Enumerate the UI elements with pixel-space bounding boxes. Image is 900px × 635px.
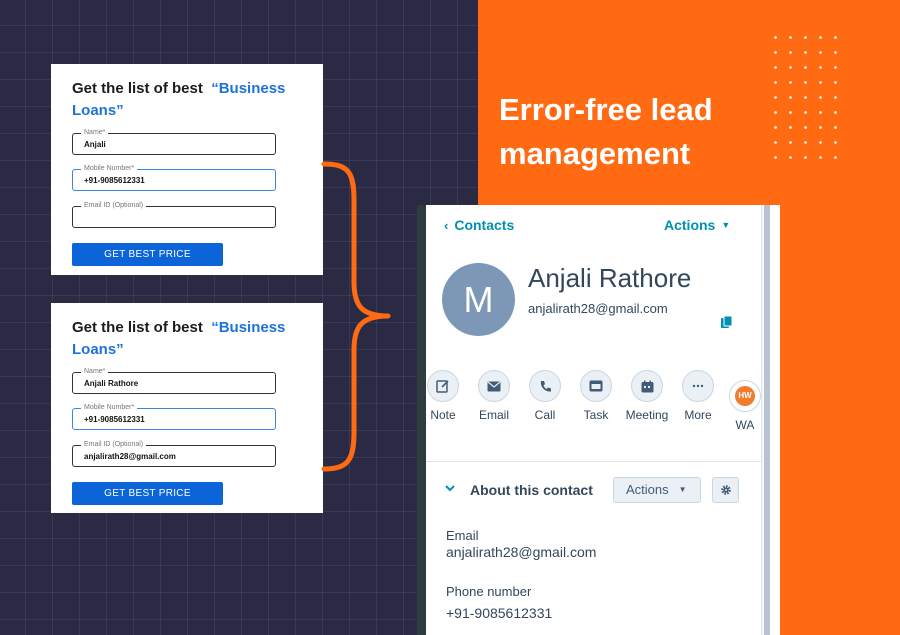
mobile-value: +91-9085612331 — [84, 176, 145, 185]
form-title: Get the list of best “Business Loans” — [72, 78, 303, 122]
chevron-left-icon: ‹ — [444, 218, 449, 233]
about-title: About this contact — [470, 482, 593, 498]
email-property-value[interactable]: anjalirath28@gmail.com — [446, 544, 596, 560]
lead-form-initial: Get the list of best “Business Loans” Na… — [51, 64, 323, 275]
email-icon — [478, 370, 510, 402]
about-actions-label: Actions — [626, 482, 669, 497]
task-label: Task — [583, 408, 609, 422]
whatsapp-badge: HW — [735, 386, 755, 406]
note-action[interactable]: Note — [418, 370, 468, 422]
about-actions-button[interactable]: Actions ▼ — [613, 477, 701, 503]
crm-header: ‹ Contacts Actions ▼ — [426, 217, 761, 237]
contact-email: anjalirath28@gmail.com — [528, 301, 668, 316]
caret-down-icon: ▼ — [678, 485, 687, 494]
call-label: Call — [534, 408, 556, 422]
email-label: Email ID (Optional) — [81, 201, 147, 211]
avatar: M — [442, 263, 515, 336]
divider — [426, 461, 761, 462]
email-action[interactable]: Email — [469, 370, 519, 422]
call-icon — [529, 370, 561, 402]
email-field[interactable]: Email ID (Optional) anjalirath28@gmail.c… — [72, 440, 276, 467]
email-value: anjalirath28@gmail.com — [84, 452, 176, 461]
activity-action-bar: Note Email Call Task Meeting More HW WA — [426, 370, 761, 440]
mobile-number-field[interactable]: Mobile Number* +91-9085612331 — [72, 164, 276, 191]
note-label: Note — [430, 408, 456, 422]
caret-down-icon: ▼ — [721, 220, 731, 230]
crm-contact-panel: ‹ Contacts Actions ▼ M Anjali Rathore anja… — [426, 205, 762, 635]
mobile-label: Mobile Number* — [81, 403, 138, 413]
task-icon — [580, 370, 612, 402]
about-section-header: About this contact Actions ▼ — [426, 475, 761, 505]
phone-property-value[interactable]: +91-9085612331 — [446, 605, 552, 621]
meeting-icon — [631, 370, 663, 402]
scrollbar-track — [770, 205, 780, 635]
task-action[interactable]: Task — [571, 370, 621, 422]
lead-form-complete: Get the list of best “Business Loans” Na… — [51, 303, 323, 513]
mobile-number-field[interactable]: Mobile Number* +91-9085612331 — [72, 403, 276, 430]
email-property-label: Email — [446, 528, 479, 543]
get-best-price-button[interactable]: GET BEST PRICE — [72, 243, 223, 266]
copy-icon[interactable] — [720, 315, 734, 329]
back-link-label: Contacts — [454, 217, 515, 233]
more-label: More — [684, 408, 712, 422]
name-label: Name* — [81, 128, 109, 138]
form-title-prefix: Get the list of best — [72, 80, 203, 97]
more-icon — [682, 370, 714, 402]
back-to-contacts-link[interactable]: ‹ Contacts — [444, 217, 514, 233]
email-label: Email ID (Optional) — [81, 440, 147, 450]
note-icon — [427, 370, 459, 402]
mobile-label: Mobile Number* — [81, 164, 138, 174]
name-field[interactable]: Name* Anjali — [72, 128, 276, 155]
email-field[interactable]: Email ID (Optional) — [72, 201, 276, 228]
mobile-value: +91-9085612331 — [84, 415, 145, 424]
form-title: Get the list of best “Business Loans” — [72, 317, 303, 361]
dot-grid-decoration — [768, 30, 848, 170]
whatsapp-icon: HW — [729, 380, 761, 412]
contact-name: Anjali Rathore — [528, 263, 692, 293]
email-label: Email — [478, 408, 509, 422]
curly-brace-icon — [321, 161, 391, 472]
name-field[interactable]: Name* Anjali Rathore — [72, 367, 276, 394]
name-value: Anjali Rathore — [84, 379, 139, 388]
settings-button[interactable] — [712, 477, 739, 503]
scrollbar[interactable] — [762, 205, 780, 635]
headline: Error-free lead management — [499, 92, 713, 171]
call-action[interactable]: Call — [520, 370, 570, 422]
meeting-action[interactable]: Meeting — [622, 370, 672, 422]
form-title-prefix: Get the list of best — [72, 319, 203, 336]
chevron-down-icon[interactable] — [444, 482, 456, 494]
more-action[interactable]: More — [673, 370, 723, 422]
name-label: Name* — [81, 367, 109, 377]
meeting-label: Meeting — [625, 408, 669, 422]
actions-menu-button[interactable]: Actions ▼ — [664, 217, 730, 233]
actions-label: Actions — [664, 217, 716, 233]
gear-icon — [720, 485, 731, 495]
name-value: Anjali — [84, 140, 106, 149]
phone-property-label: Phone number — [446, 584, 532, 599]
get-best-price-button[interactable]: GET BEST PRICE — [72, 482, 223, 505]
